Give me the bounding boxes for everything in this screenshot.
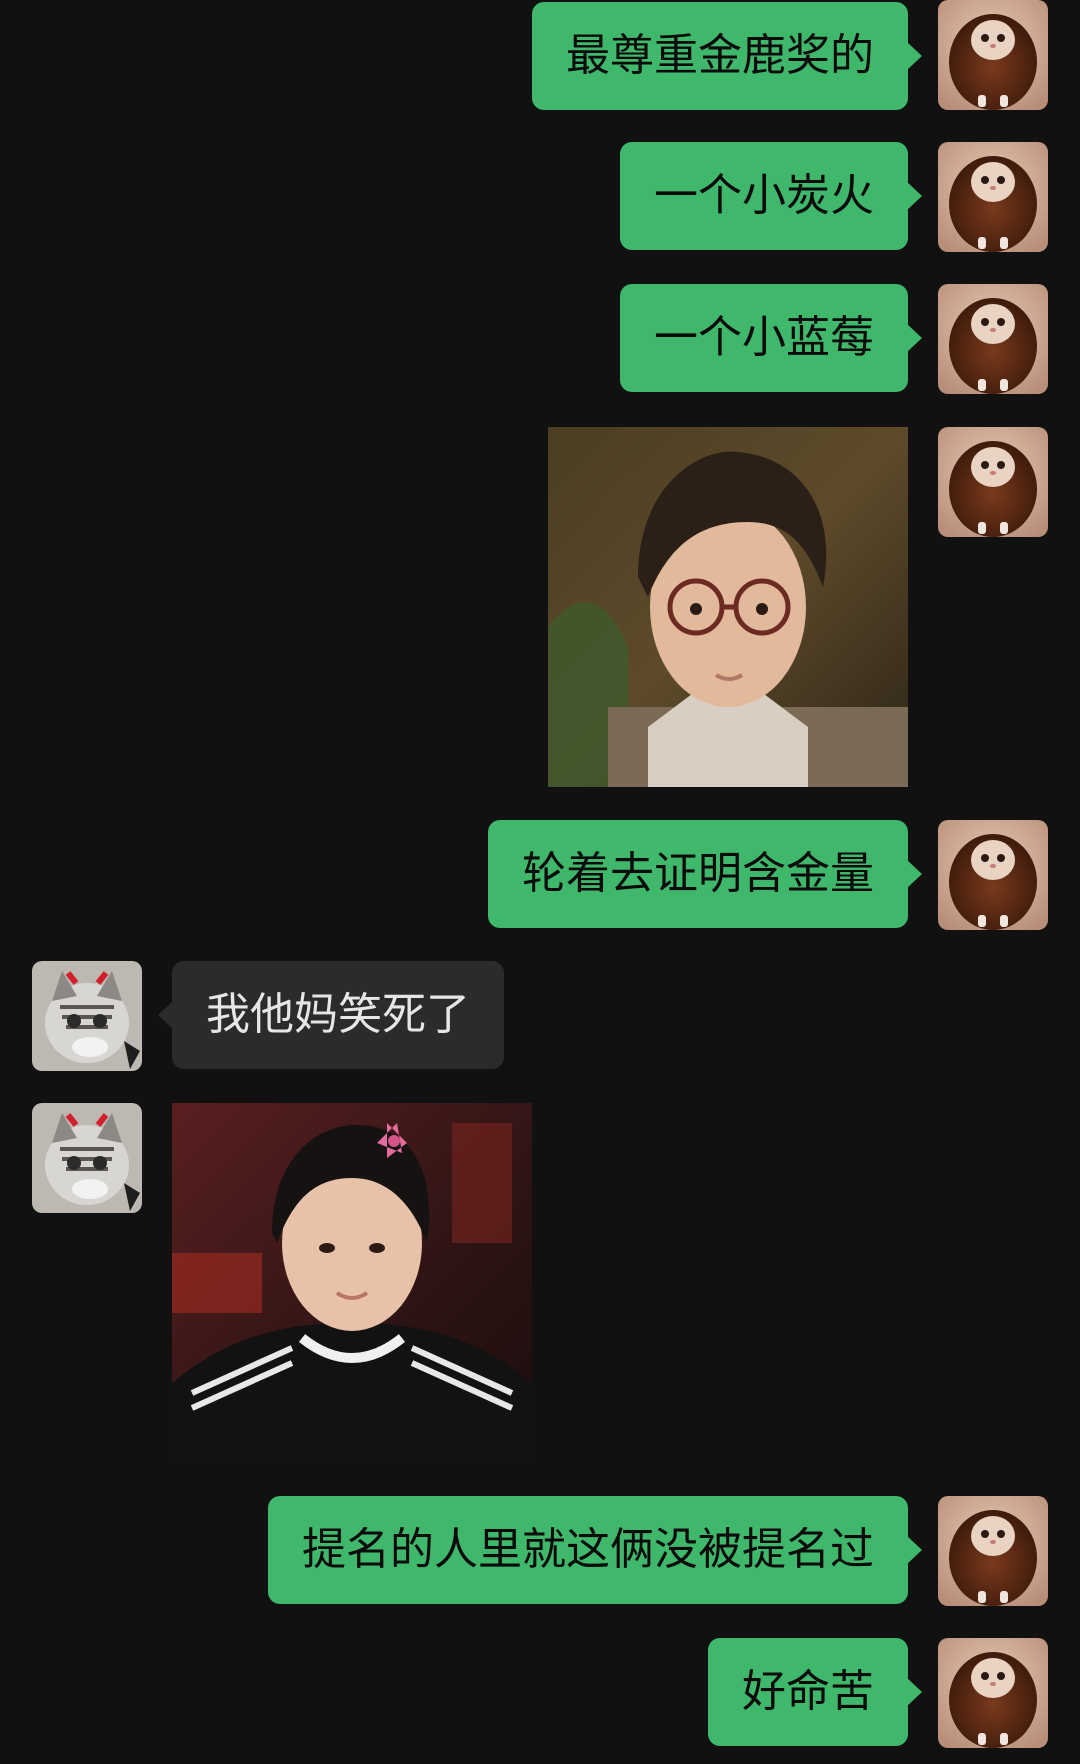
my-avatar[interactable]	[938, 0, 1048, 110]
my-message-bubble[interactable]: 好命苦	[708, 1638, 922, 1746]
message-text: 一个小蓝莓	[654, 312, 874, 363]
my-avatar[interactable]	[938, 142, 1048, 252]
lion-cat-avatar-icon	[938, 142, 1048, 252]
photo-man-with-glasses	[548, 427, 908, 787]
message-text: 轮着去证明含金量	[522, 848, 874, 899]
lion-cat-avatar-icon	[938, 0, 1048, 110]
tabby-cat-avatar-icon	[32, 961, 142, 1071]
their-avatar[interactable]	[32, 1103, 142, 1213]
my-avatar[interactable]	[938, 1638, 1048, 1748]
lion-cat-avatar-icon	[938, 1496, 1048, 1606]
my-message-bubble[interactable]: 轮着去证明含金量	[488, 820, 922, 928]
lion-cat-avatar-icon	[938, 427, 1048, 537]
my-message-bubble[interactable]: 提名的人里就这俩没被提名过	[268, 1496, 922, 1604]
my-avatar[interactable]	[938, 820, 1048, 930]
my-message-bubble[interactable]: 一个小炭火	[620, 142, 922, 250]
lion-cat-avatar-icon	[938, 820, 1048, 930]
their-image-message[interactable]	[172, 1103, 532, 1463]
tabby-cat-avatar-icon	[32, 1103, 142, 1213]
my-message-bubble[interactable]: 一个小蓝莓	[620, 284, 922, 392]
my-avatar[interactable]	[938, 427, 1048, 537]
my-image-message[interactable]	[548, 427, 908, 787]
their-avatar[interactable]	[32, 961, 142, 1071]
their-message-bubble[interactable]: 我他妈笑死了	[158, 961, 504, 1069]
message-text: 一个小炭火	[654, 170, 874, 221]
my-message-bubble[interactable]: 最尊重金鹿奖的	[532, 2, 922, 110]
my-avatar[interactable]	[938, 284, 1048, 394]
lion-cat-avatar-icon	[938, 284, 1048, 394]
message-text: 提名的人里就这俩没被提名过	[302, 1524, 874, 1575]
my-avatar[interactable]	[938, 1496, 1048, 1606]
message-text: 好命苦	[742, 1666, 874, 1717]
message-text: 最尊重金鹿奖的	[566, 30, 874, 81]
lion-cat-avatar-icon	[938, 1638, 1048, 1748]
message-text: 我他妈笑死了	[206, 989, 470, 1040]
photo-young-man-with-pink-bow	[172, 1103, 532, 1463]
